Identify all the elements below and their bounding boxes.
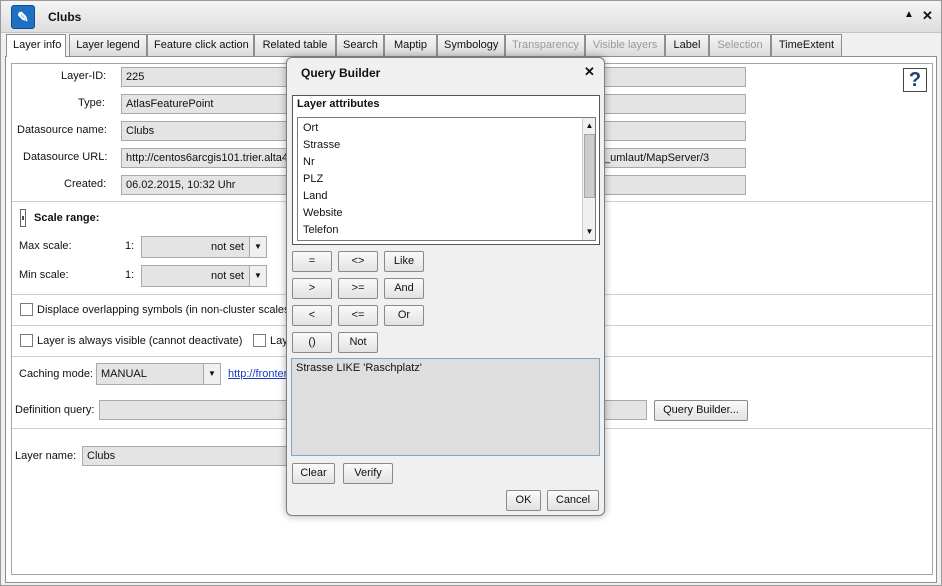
caching-mode-label: Caching mode: bbox=[19, 368, 93, 380]
list-item[interactable]: Ort bbox=[303, 122, 318, 134]
query-text-area[interactable]: Strasse LIKE 'Raschplatz' bbox=[291, 358, 600, 456]
app-icon: ✎ bbox=[11, 5, 35, 29]
datasource-name-label: Datasource name: bbox=[17, 124, 107, 136]
help-button[interactable]: ? bbox=[903, 68, 927, 92]
always-visible-checkbox[interactable] bbox=[20, 334, 33, 347]
max-scale-select[interactable]: not set ▼ bbox=[141, 236, 267, 258]
list-item[interactable]: Telefon bbox=[303, 224, 338, 236]
collapse-icon[interactable]: ▲ bbox=[904, 9, 914, 20]
layer-name-label: Layer name: bbox=[15, 450, 77, 462]
ok-button[interactable]: OK bbox=[506, 490, 541, 511]
scale-range-heading: Scale range: bbox=[34, 212, 100, 224]
operator-not-button[interactable]: Not bbox=[338, 332, 378, 353]
tab-transparency: Transparency bbox=[505, 34, 585, 56]
datasource-url-label: Datasource URL: bbox=[23, 151, 108, 163]
verify-button[interactable]: Verify bbox=[343, 463, 393, 484]
definition-query-label: Definition query: bbox=[15, 404, 95, 416]
tab-label[interactable]: Label bbox=[665, 34, 709, 56]
tab-maptip[interactable]: Maptip bbox=[384, 34, 437, 56]
cancel-button[interactable]: Cancel bbox=[547, 490, 599, 511]
min-scale-select[interactable]: not set ▼ bbox=[141, 265, 267, 287]
type-label: Type: bbox=[78, 97, 105, 109]
second-option-checkbox[interactable] bbox=[253, 334, 266, 347]
layer-attributes-group: Layer attributes Ort Strasse Nr PLZ Land… bbox=[292, 95, 600, 245]
layer-id-label: Layer-ID: bbox=[61, 70, 107, 82]
list-item[interactable]: Website bbox=[303, 207, 343, 219]
query-builder-button[interactable]: Query Builder... bbox=[654, 400, 748, 421]
max-scale-prefix: 1: bbox=[125, 240, 135, 252]
min-scale-value: not set bbox=[210, 270, 244, 282]
created-label: Created: bbox=[64, 178, 107, 190]
window-title: Clubs bbox=[48, 10, 82, 24]
tab-visible-layers: Visible layers bbox=[585, 34, 665, 56]
tab-related-table[interactable]: Related table bbox=[254, 34, 336, 56]
chevron-down-icon[interactable]: ▼ bbox=[249, 237, 266, 257]
tab-layer-legend[interactable]: Layer legend bbox=[69, 34, 147, 56]
layer-name-field[interactable]: Clubs bbox=[82, 446, 292, 466]
operator-greater-button[interactable]: > bbox=[292, 278, 332, 299]
operator-equals-button[interactable]: = bbox=[292, 251, 332, 272]
layer-attributes-label: Layer attributes bbox=[297, 98, 380, 110]
list-item[interactable]: Strasse bbox=[303, 139, 340, 151]
operator-less-button[interactable]: < bbox=[292, 305, 332, 326]
datasource-url-value: http://centos6arcgis101.trier.alta4 bbox=[126, 152, 289, 164]
scale-range-handle-icon bbox=[20, 209, 26, 227]
operator-parentheses-button[interactable]: () bbox=[292, 332, 332, 353]
displace-symbols-checkbox[interactable] bbox=[20, 303, 33, 316]
tab-layer-info[interactable]: Layer info bbox=[6, 34, 66, 57]
operator-and-button[interactable]: And bbox=[384, 278, 424, 299]
list-item[interactable]: Nr bbox=[303, 156, 315, 168]
tab-feature-click-action[interactable]: Feature click action bbox=[147, 34, 254, 56]
list-item[interactable]: PLZ bbox=[303, 173, 323, 185]
chevron-down-icon[interactable]: ▼ bbox=[203, 364, 220, 384]
max-scale-label: Max scale: bbox=[19, 240, 72, 252]
caching-mode-value: MANUAL bbox=[101, 368, 147, 380]
clear-button[interactable]: Clear bbox=[292, 463, 335, 484]
scrollbar[interactable]: ▲ ▼ bbox=[582, 118, 595, 240]
query-text: Strasse LIKE 'Raschplatz' bbox=[296, 362, 422, 374]
tab-selection: Selection bbox=[709, 34, 771, 56]
close-icon[interactable]: ✕ bbox=[922, 8, 933, 24]
min-scale-prefix: 1: bbox=[125, 269, 135, 281]
operator-not-equal-button[interactable]: <> bbox=[338, 251, 378, 272]
scroll-up-icon[interactable]: ▲ bbox=[583, 118, 595, 133]
operator-less-equal-button[interactable]: <= bbox=[338, 305, 378, 326]
tab-search[interactable]: Search bbox=[336, 34, 384, 56]
query-builder-dialog: Query Builder ✕ Layer attributes Ort Str… bbox=[286, 57, 605, 516]
displace-symbols-label: Displace overlapping symbols (in non-clu… bbox=[37, 304, 290, 316]
always-visible-label: Layer is always visible (cannot deactiva… bbox=[37, 335, 243, 347]
datasource-url-tail: _umlaut/MapServer/3 bbox=[604, 152, 710, 164]
dialog-title: Query Builder bbox=[301, 66, 381, 80]
scroll-down-icon[interactable]: ▼ bbox=[583, 224, 595, 239]
close-icon[interactable]: ✕ bbox=[584, 64, 595, 80]
min-scale-label: Min scale: bbox=[19, 269, 69, 281]
attributes-list[interactable]: Ort Strasse Nr PLZ Land Website Telefon … bbox=[297, 117, 596, 241]
max-scale-value: not set bbox=[210, 241, 244, 253]
scroll-thumb[interactable] bbox=[584, 134, 595, 198]
chevron-down-icon[interactable]: ▼ bbox=[249, 266, 266, 286]
tab-symbology[interactable]: Symbology bbox=[437, 34, 505, 56]
caching-mode-select[interactable]: MANUAL ▼ bbox=[96, 363, 221, 385]
operator-like-button[interactable]: Like bbox=[384, 251, 424, 272]
list-item[interactable]: Land bbox=[303, 190, 327, 202]
tab-time-extent[interactable]: TimeExtent bbox=[771, 34, 842, 56]
caching-link[interactable]: http://fronter bbox=[228, 368, 287, 380]
title-bar[interactable]: ✎ Clubs ▲ ✕ bbox=[1, 1, 941, 33]
operator-greater-equal-button[interactable]: >= bbox=[338, 278, 378, 299]
operator-or-button[interactable]: Or bbox=[384, 305, 424, 326]
